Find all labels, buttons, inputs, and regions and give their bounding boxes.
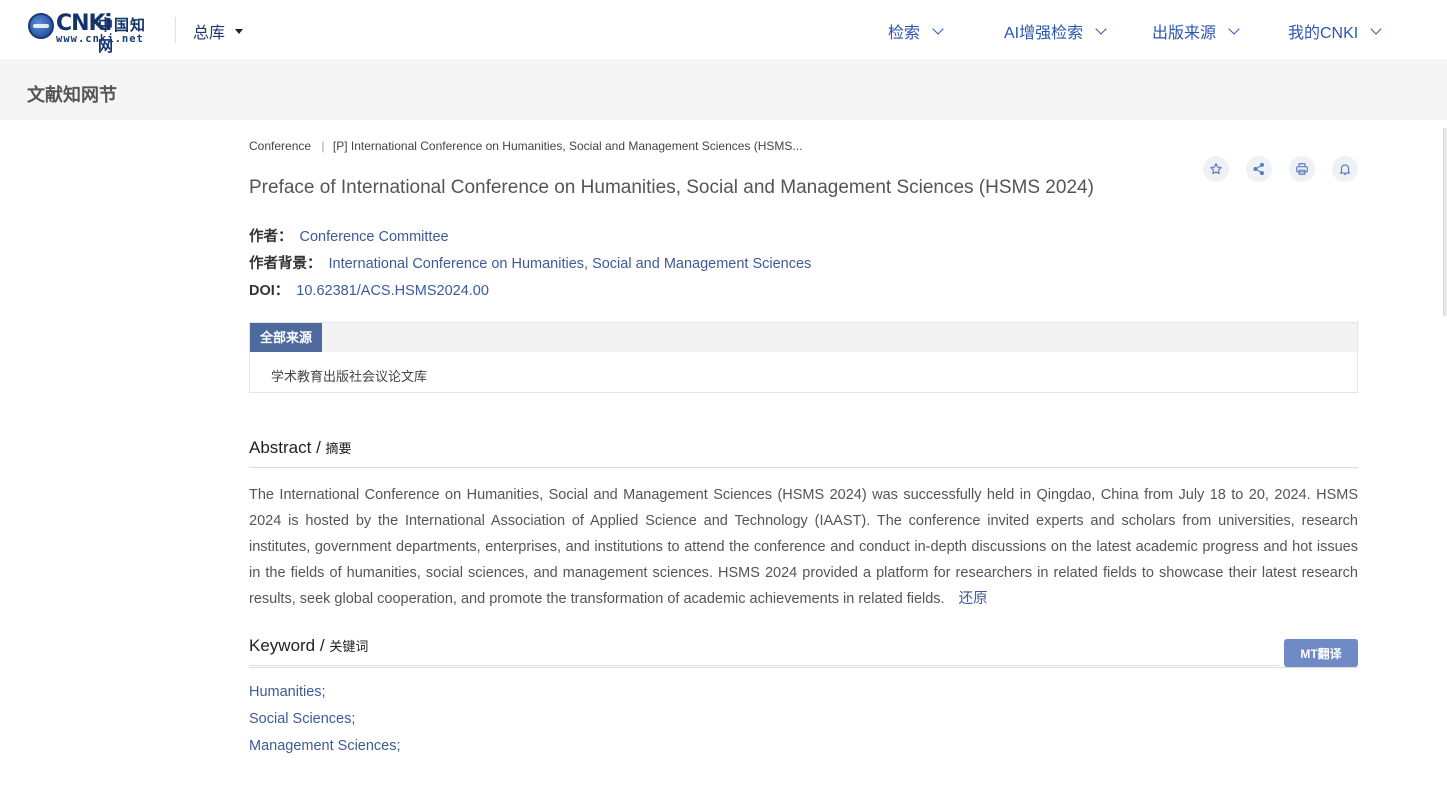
top-navbar: CNKi 中国知网 www.cnki.net 总库 检索 AI增强检索 出版来源…	[0, 0, 1447, 61]
library-select-label: 总库	[193, 25, 226, 42]
share-icon	[1253, 162, 1264, 176]
breadcrumb: Conference | [P] International Conferenc…	[249, 139, 802, 153]
sources-panel: 全部来源 学术教育出版社会议论文库	[249, 322, 1358, 393]
article-title: Preface of International Conference on H…	[249, 177, 1094, 198]
mt-translate-button[interactable]: MT翻译	[1284, 639, 1358, 667]
bell-icon	[1339, 164, 1351, 175]
nav-search[interactable]: 检索	[888, 19, 944, 43]
nav-my-cnki[interactable]: 我的CNKI	[1288, 19, 1382, 43]
doi-row: DOI： 10.62381/ACS.HSMS2024.00	[249, 279, 489, 300]
chevron-down-icon	[932, 23, 944, 35]
page-section-title: 文献知网节	[27, 85, 117, 105]
doi-label: DOI：	[249, 283, 290, 299]
chevron-down-icon	[1228, 23, 1240, 35]
chevron-down-icon	[1370, 23, 1382, 35]
nav-my-cnki-label: 我的CNKI	[1288, 25, 1359, 42]
author-background-row: 作者背景： International Conference on Humanit…	[249, 252, 811, 273]
print-icon	[1296, 163, 1308, 175]
source-item[interactable]: 学术教育出版社会议论文库	[271, 366, 427, 385]
breadcrumb-separator: |	[321, 139, 325, 153]
abstract-text: The International Conference on Humaniti…	[249, 487, 1358, 607]
nav-search-label: 检索	[888, 25, 921, 42]
author-label: 作者：	[249, 229, 293, 245]
sub-header: 文献知网节	[0, 62, 1447, 120]
cnki-logo[interactable]: CNKi 中国知网 www.cnki.net	[28, 11, 156, 55]
keyword-title-cn: 关键词	[329, 639, 369, 654]
keyword-header: Keyword / 关键词	[249, 636, 1279, 666]
scrollbar[interactable]	[1443, 128, 1447, 316]
keyword-title-en: Keyword	[249, 636, 316, 655]
article-actions	[1203, 156, 1358, 182]
abstract-header: Abstract / 摘要	[249, 438, 1358, 468]
author-background-link[interactable]: International Conference on Humanities, …	[329, 256, 812, 272]
share-button[interactable]	[1246, 156, 1272, 182]
nav-ai-search[interactable]: AI增强检索	[1004, 19, 1107, 43]
abstract-body: The International Conference on Humaniti…	[249, 482, 1358, 612]
abstract-title-en: Abstract	[249, 438, 312, 457]
author-link[interactable]: Conference Committee	[300, 229, 449, 245]
keyword-title-sep: /	[315, 636, 330, 655]
sources-tabbar: 全部来源	[250, 323, 1357, 352]
star-icon	[1210, 163, 1222, 175]
print-button[interactable]	[1289, 156, 1315, 182]
keyword-link[interactable]: Humanities;	[249, 684, 326, 700]
caret-down-icon	[235, 28, 244, 34]
breadcrumb-type[interactable]: Conference	[249, 139, 311, 153]
library-select[interactable]: 总库	[193, 19, 244, 43]
keyword-link[interactable]: Management Sciences;	[249, 738, 401, 754]
keyword-link[interactable]: Social Sciences;	[249, 711, 355, 727]
notify-button[interactable]	[1332, 156, 1358, 182]
abstract-title-cn: 摘要	[325, 441, 352, 456]
author-row: 作者： Conference Committee	[249, 225, 449, 246]
doi-link[interactable]: 10.62381/ACS.HSMS2024.00	[296, 283, 489, 299]
nav-ai-search-label: AI增强检索	[1004, 25, 1084, 42]
favorite-button[interactable]	[1203, 156, 1229, 182]
author-background-label: 作者背景：	[249, 256, 322, 272]
globe-icon	[28, 13, 54, 39]
abstract-title-sep: /	[311, 438, 326, 457]
breadcrumb-source[interactable]: [P] International Conference on Humaniti…	[333, 139, 803, 153]
logo-url: www.cnki.net	[56, 33, 144, 45]
tab-all-sources[interactable]: 全部来源	[250, 323, 323, 352]
restore-link[interactable]: 还原	[959, 591, 988, 607]
nav-publication-source-label: 出版来源	[1152, 25, 1217, 42]
keyword-divider	[249, 667, 1358, 668]
chevron-down-icon	[1095, 23, 1107, 35]
divider	[175, 17, 176, 43]
nav-publication-source[interactable]: 出版来源	[1152, 19, 1240, 43]
